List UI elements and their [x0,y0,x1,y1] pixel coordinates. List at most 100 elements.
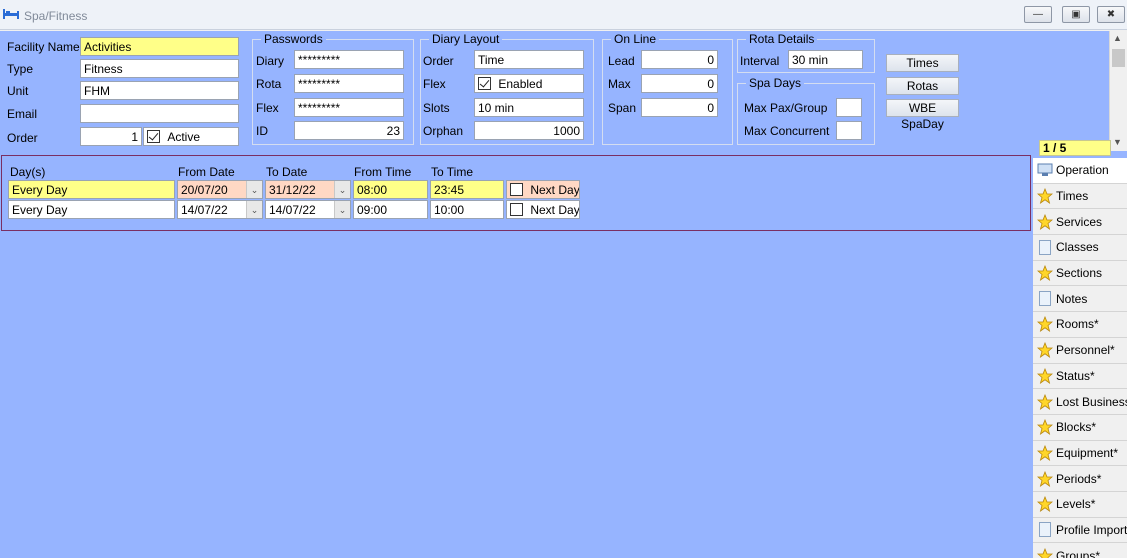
from-time-cell[interactable]: 09:00 [353,200,428,219]
email-field[interactable] [80,104,239,123]
flex-enabled-label: Enabled [498,77,543,91]
scroll-down-icon[interactable]: ▼ [1113,137,1122,147]
chevron-down-icon[interactable]: ⌄ [246,181,262,198]
to-date-cell[interactable]: 31/12/22 ⌄ [265,180,351,199]
max-concurrent-field[interactable] [836,121,862,140]
to-date-value: 14/07/22 [269,203,316,217]
type-label: Type [7,62,34,76]
unit-field[interactable]: FHM [80,81,239,100]
days-cell[interactable]: Every Day [8,180,175,199]
sidebar-item-label: Groups* [1056,548,1101,558]
sidebar-item-status[interactable]: Status* [1033,364,1127,390]
sidebar-item-label: Services [1056,214,1103,229]
type-field[interactable]: Fitness [80,59,239,78]
sidebar-item-notes[interactable]: Notes [1033,286,1127,313]
sidebar-item-periods[interactable]: Periods* [1033,466,1127,492]
facility-name-field[interactable]: Activities [80,37,239,56]
star-icon [1037,367,1053,384]
to-time-cell[interactable]: 23:45 [430,180,504,199]
times-button[interactable]: Times [886,54,959,72]
sidebar-item-lost-business[interactable]: Lost Business* [1033,389,1127,415]
sidebar: Operation Times Services Classes Section… [1033,158,1127,558]
id-field[interactable]: 23 [294,121,404,140]
sidebar-item-sections[interactable]: Sections [1033,261,1127,287]
sidebar-item-label: Equipment* [1056,445,1119,460]
diary-password-label: Diary [256,54,285,68]
max-concurrent-label: Max Concurrent [744,124,830,138]
star-icon [1037,188,1053,205]
sidebar-item-label: Classes [1056,240,1099,255]
sidebar-item-classes[interactable]: Classes [1033,235,1127,261]
online-title: On Line [611,32,660,46]
rota-password-label: Rota [256,77,282,91]
max-pax-field[interactable] [836,98,862,117]
title-bar: Spa/Fitness — ▣ ✖ [0,0,1127,30]
star-icon [1037,342,1053,359]
flex-check-icon [478,77,491,90]
sidebar-item-services[interactable]: Services [1033,209,1127,236]
to-date-cell[interactable]: 14/07/22 ⌄ [265,200,351,219]
active-checkbox[interactable]: Active [143,127,239,146]
close-button[interactable]: ✖ [1097,6,1125,23]
sidebar-item-label: Lost Business* [1056,394,1127,409]
minimize-button[interactable]: — [1024,6,1052,23]
lead-label: Lead [608,54,635,68]
span-label: Span [608,101,637,115]
sidebar-item-equipment[interactable]: Equipment* [1033,441,1127,467]
bed-icon [3,9,19,19]
chevron-down-icon[interactable]: ⌄ [334,201,350,218]
span-field[interactable]: 0 [641,98,718,117]
chevron-down-icon[interactable]: ⌄ [246,201,262,218]
star-icon [1037,547,1053,558]
lead-field[interactable]: 0 [641,50,718,69]
diary-order-field[interactable]: Time [474,50,584,69]
interval-field[interactable]: 30 min [788,50,863,69]
operation-icon [1037,162,1053,178]
wbe-spaday-button[interactable]: WBE SpaDay [886,99,959,131]
sidebar-item-rooms[interactable]: Rooms* [1033,312,1127,338]
sidebar-item-personnel[interactable]: Personnel* [1033,338,1127,364]
header-from-date: From Date [178,165,235,179]
order-field[interactable]: 1 [80,127,142,146]
next-day-checkbox[interactable]: Next Day [506,200,580,219]
days-cell[interactable]: Every Day [8,200,175,219]
vertical-scrollbar[interactable]: ▲ ▼ [1109,31,1127,151]
from-date-cell[interactable]: 14/07/22 ⌄ [177,200,263,219]
scroll-thumb[interactable] [1112,49,1125,67]
diary-password-field[interactable]: ********* [294,50,404,69]
maximize-button[interactable]: ▣ [1062,6,1090,23]
rotas-button[interactable]: Rotas [886,77,959,95]
from-date-cell[interactable]: 20/07/20 ⌄ [177,180,263,199]
slots-field[interactable]: 10 min [474,98,584,117]
sidebar-item-groups[interactable]: Groups* [1033,543,1127,558]
max-field[interactable]: 0 [641,74,718,93]
sidebar-item-profile-import[interactable]: Profile Import [1033,518,1127,544]
page-icon [1037,291,1053,307]
from-date-value: 14/07/22 [181,203,228,217]
sidebar-item-label: Profile Import [1056,522,1127,537]
sidebar-item-blocks[interactable]: Blocks* [1033,415,1127,441]
rota-password-field[interactable]: ********* [294,74,404,93]
sidebar-item-levels[interactable]: Levels* [1033,492,1127,518]
sidebar-item-times[interactable]: Times [1033,184,1127,210]
star-icon [1037,265,1053,282]
passwords-title: Passwords [261,32,326,46]
sidebar-item-label: Times [1056,189,1089,204]
sidebar-item-label: Levels* [1056,497,1096,512]
flex-password-label: Flex [256,101,279,115]
header-to-time: To Time [431,165,474,179]
to-time-cell[interactable]: 10:00 [430,200,504,219]
next-day-checkbox[interactable]: Next Day [506,180,580,199]
from-time-cell[interactable]: 08:00 [353,180,428,199]
orphan-field[interactable]: 1000 [474,121,584,140]
from-date-value: 20/07/20 [181,183,228,197]
next-day-check-icon [510,203,523,216]
flex-enabled-checkbox[interactable]: Enabled [474,74,584,93]
chevron-down-icon[interactable]: ⌄ [334,181,350,198]
star-icon [1037,444,1053,461]
sidebar-item-operation[interactable]: Operation [1033,158,1127,184]
flex-password-field[interactable]: ********* [294,98,404,117]
scroll-up-icon[interactable]: ▲ [1113,33,1122,43]
star-icon [1037,213,1053,230]
sidebar-item-label: Periods* [1056,471,1102,486]
